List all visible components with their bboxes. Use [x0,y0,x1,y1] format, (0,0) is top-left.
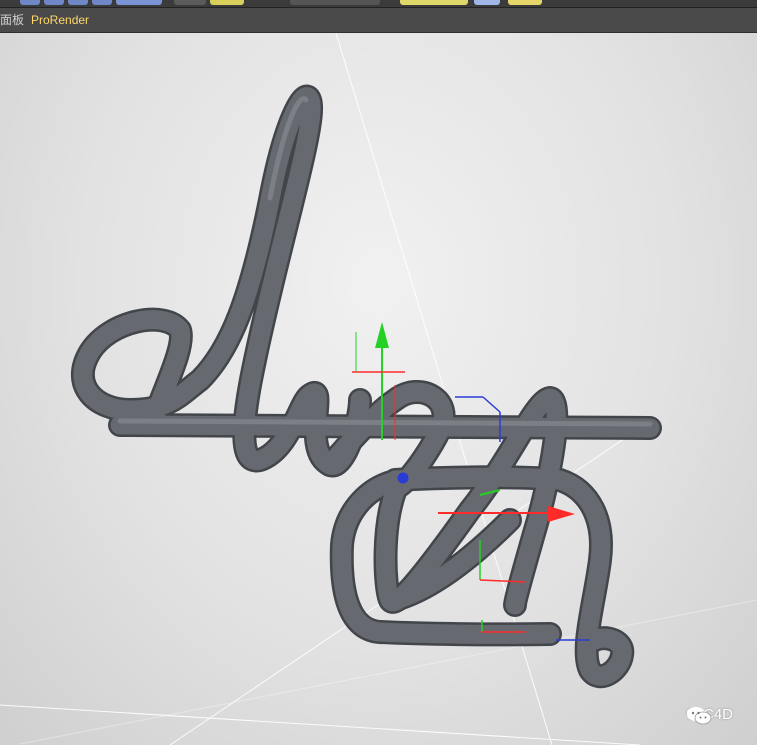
cinema4d-window: 面板 ProRender [0,0,757,745]
tool-icon[interactable] [92,0,112,5]
x-axis-arrow [548,506,575,522]
3d-viewport[interactable]: 91C4D [0,33,757,745]
tool-icon[interactable] [508,0,542,5]
tool-icon[interactable] [44,0,64,5]
viewport-canvas [0,33,757,745]
menu-bar: 面板 ProRender [0,8,757,33]
tool-icon[interactable] [290,0,380,5]
tool-icon[interactable] [116,0,162,5]
tool-icon[interactable] [210,0,244,5]
tool-icon[interactable] [474,0,500,5]
spline-point-handle[interactable] [397,472,409,484]
tool-icon[interactable] [400,0,468,5]
tool-icon[interactable] [20,0,40,5]
tool-icon[interactable] [174,0,206,5]
wechat-icon [687,707,712,725]
watermark: 91C4D [686,706,733,725]
top-toolbar [0,0,757,8]
menu-item-prorender[interactable]: ProRender [31,12,89,28]
y-axis-arrow [375,322,389,348]
menu-item-panel[interactable]: 面板 [0,12,24,28]
tube-spline-object[interactable] [70,84,662,689]
tool-icon[interactable] [68,0,88,5]
